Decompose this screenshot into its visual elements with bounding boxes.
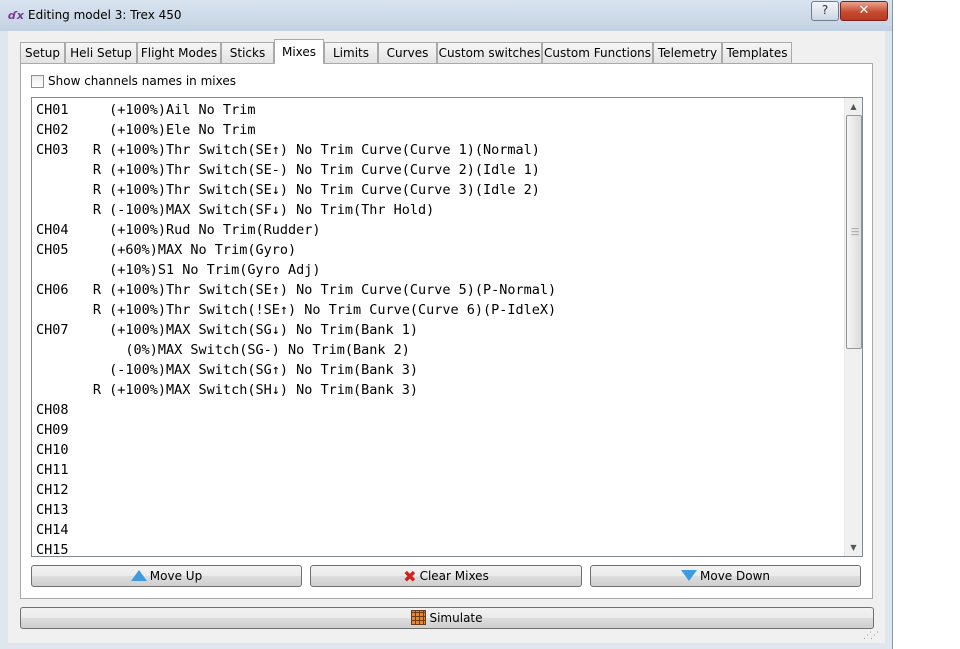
mix-row[interactable]: (0%)MAX Switch(SG-) No Trim(Bank 2) xyxy=(36,340,556,360)
mix-row[interactable]: CH12 xyxy=(36,480,556,500)
tab-telemetry[interactable]: Telemetry xyxy=(653,42,722,63)
mixes-scrollbar[interactable]: ▲ — — — ▼ xyxy=(844,98,862,556)
arrow-up-icon xyxy=(130,570,147,581)
red-x-icon: ✖ xyxy=(403,566,417,586)
mix-row[interactable]: R (+100%)Thr Switch(SE↓) No Trim Curve(C… xyxy=(36,180,556,200)
tab-setup[interactable]: Setup xyxy=(20,42,65,63)
mix-row[interactable]: CH13 xyxy=(36,500,556,520)
mix-row[interactable]: CH07 (+100%)MAX Switch(SG↓) No Trim(Bank… xyxy=(36,320,556,340)
editor-window: ɗx Editing model 3: Trex 450 ? ✕ Setup H… xyxy=(0,0,893,649)
tab-custom-switches[interactable]: Custom switches xyxy=(437,42,542,63)
close-button[interactable]: ✕ xyxy=(840,1,888,21)
move-down-label: Move Down xyxy=(700,569,770,583)
mix-row[interactable]: CH03 R (+100%)Thr Switch(SE↑) No Trim Cu… xyxy=(36,140,556,160)
help-button[interactable]: ? xyxy=(811,1,839,21)
tab-curves[interactable]: Curves xyxy=(378,42,437,63)
mix-row[interactable]: (+10%)S1 No Trim(Gyro Adj) xyxy=(36,260,556,280)
scroll-down-arrow-icon[interactable]: ▼ xyxy=(845,539,862,556)
mix-row[interactable]: CH10 xyxy=(36,440,556,460)
mix-row[interactable]: CH04 (+100%)Rud No Trim(Rudder) xyxy=(36,220,556,240)
mix-row[interactable]: R (+100%)Thr Switch(SE-) No Trim Curve(C… xyxy=(36,160,556,180)
mix-row[interactable]: R (+100%)MAX Switch(SH↓) No Trim(Bank 3) xyxy=(36,380,556,400)
mixes-list[interactable]: CH01 (+100%)Ail No Trim CH02 (+100%)Ele N… xyxy=(31,97,863,557)
move-up-label: Move Up xyxy=(149,569,203,583)
mixes-tab-panel: Show channels names in mixes CH01 (+100%… xyxy=(20,63,873,599)
show-channel-names-checkbox[interactable] xyxy=(31,75,44,88)
simulate-label: Simulate xyxy=(429,611,483,625)
dialog-client-area: Setup Heli Setup Flight Modes Sticks Mix… xyxy=(8,31,885,643)
scroll-thumb[interactable]: — — — xyxy=(846,115,862,349)
tab-flight-modes[interactable]: Flight Modes xyxy=(137,42,221,63)
clear-mixes-label: Clear Mixes xyxy=(419,569,489,583)
window-title: Editing model 3: Trex 450 xyxy=(28,8,182,22)
tab-limits[interactable]: Limits xyxy=(324,42,378,63)
scroll-up-arrow-icon[interactable]: ▲ xyxy=(845,98,862,115)
resize-grip-icon[interactable]: ⋰⋰ xyxy=(863,631,879,641)
simulate-button[interactable]: Simulate xyxy=(20,607,874,629)
clear-mixes-button[interactable]: ✖ Clear Mixes xyxy=(310,565,582,587)
mix-row[interactable]: CH08 xyxy=(36,400,556,420)
mix-row[interactable]: (-100%)MAX Switch(SG↑) No Trim(Bank 3) xyxy=(36,360,556,380)
title-bar[interactable]: ɗx Editing model 3: Trex 450 ? ✕ xyxy=(0,0,892,31)
mix-row[interactable]: CH11 xyxy=(36,460,556,480)
mix-row[interactable]: CH06 R (+100%)Thr Switch(SE↑) No Trim Cu… xyxy=(36,280,556,300)
tab-custom-functions[interactable]: Custom Functions xyxy=(542,42,653,63)
mix-row[interactable]: CH09 xyxy=(36,420,556,440)
tab-templates[interactable]: Templates xyxy=(722,42,792,63)
mix-row[interactable]: R (-100%)MAX Switch(SF↓) No Trim(Thr Hol… xyxy=(36,200,556,220)
mix-row[interactable]: CH15 xyxy=(36,540,556,556)
mixes-rows: CH01 (+100%)Ail No Trim CH02 (+100%)Ele N… xyxy=(36,100,556,556)
move-down-button[interactable]: Move Down xyxy=(590,565,861,587)
tab-sticks[interactable]: Sticks xyxy=(221,42,274,63)
companion-app-icon: ɗx xyxy=(8,9,24,22)
tab-mixes[interactable]: Mixes xyxy=(274,39,324,64)
mix-row[interactable]: CH14 xyxy=(36,520,556,540)
move-up-button[interactable]: Move Up xyxy=(31,565,302,587)
mix-row[interactable]: CH02 (+100%)Ele No Trim xyxy=(36,120,556,140)
simulator-icon xyxy=(411,610,427,625)
tab-heli-setup[interactable]: Heli Setup xyxy=(65,42,137,63)
arrow-down-icon xyxy=(681,570,697,581)
mix-row[interactable]: CH01 (+100%)Ail No Trim xyxy=(36,100,556,120)
mix-row[interactable]: CH05 (+60%)MAX No Trim(Gyro) xyxy=(36,240,556,260)
grip-icon: — — — xyxy=(851,224,859,239)
show-channel-names-label: Show channels names in mixes xyxy=(48,74,236,88)
mix-row[interactable]: R (+100%)Thr Switch(!SE↑) No Trim Curve(… xyxy=(36,300,556,320)
